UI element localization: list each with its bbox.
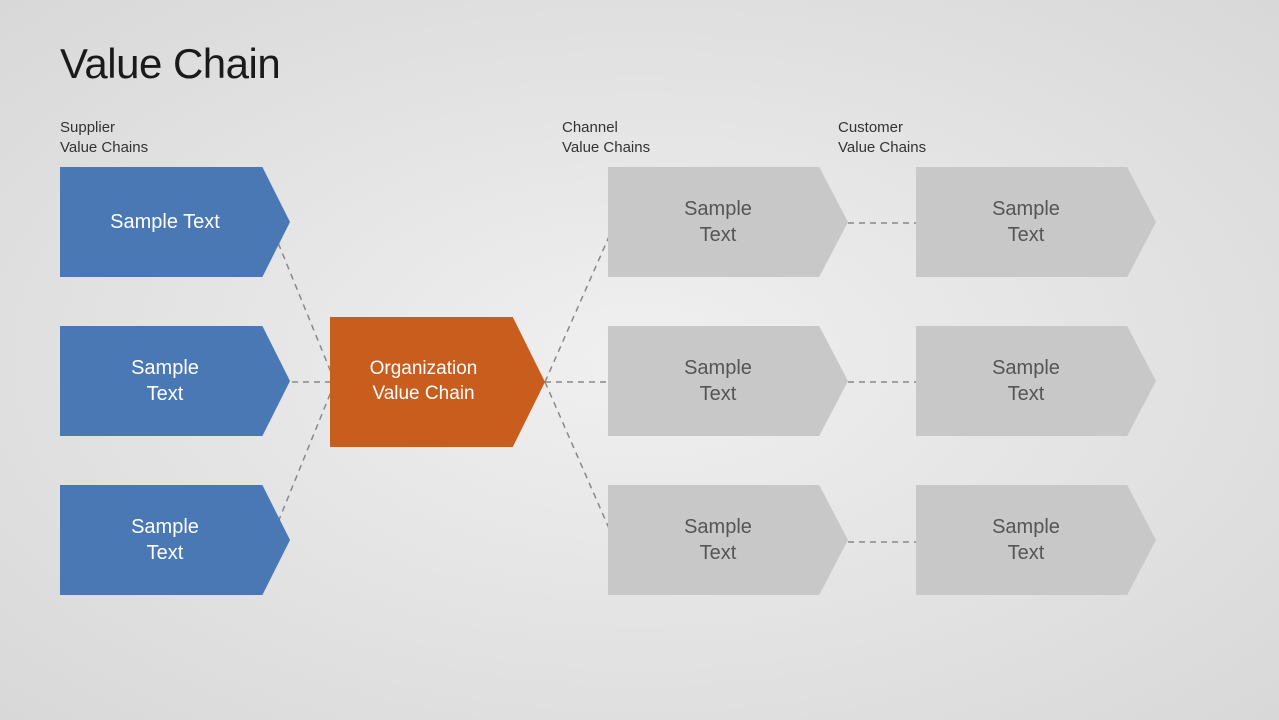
- customer-arrow-2: SampleText: [916, 326, 1156, 436]
- supplier-arrow-1: Sample Text: [60, 167, 290, 277]
- customer-arrow-3: SampleText: [916, 485, 1156, 595]
- customer-label: Customer Value Chains: [838, 118, 1090, 157]
- slide: Value Chain Supplier Value Chains Channe…: [0, 0, 1279, 720]
- supplier-label: Supplier Value Chains: [60, 118, 330, 157]
- supplier-arrow-2: SampleText: [60, 326, 290, 436]
- supplier-arrow-3: SampleText: [60, 485, 290, 595]
- channel-arrow-1: SampleText: [608, 167, 848, 277]
- channel-arrow-3: SampleText: [608, 485, 848, 595]
- page-title: Value Chain: [60, 40, 1219, 88]
- channel-arrow-2: SampleText: [608, 326, 848, 436]
- organization-arrow: OrganizationValue Chain: [330, 317, 545, 447]
- channel-label: Channel Value Chains: [562, 118, 820, 157]
- customer-arrow-1: SampleText: [916, 167, 1156, 277]
